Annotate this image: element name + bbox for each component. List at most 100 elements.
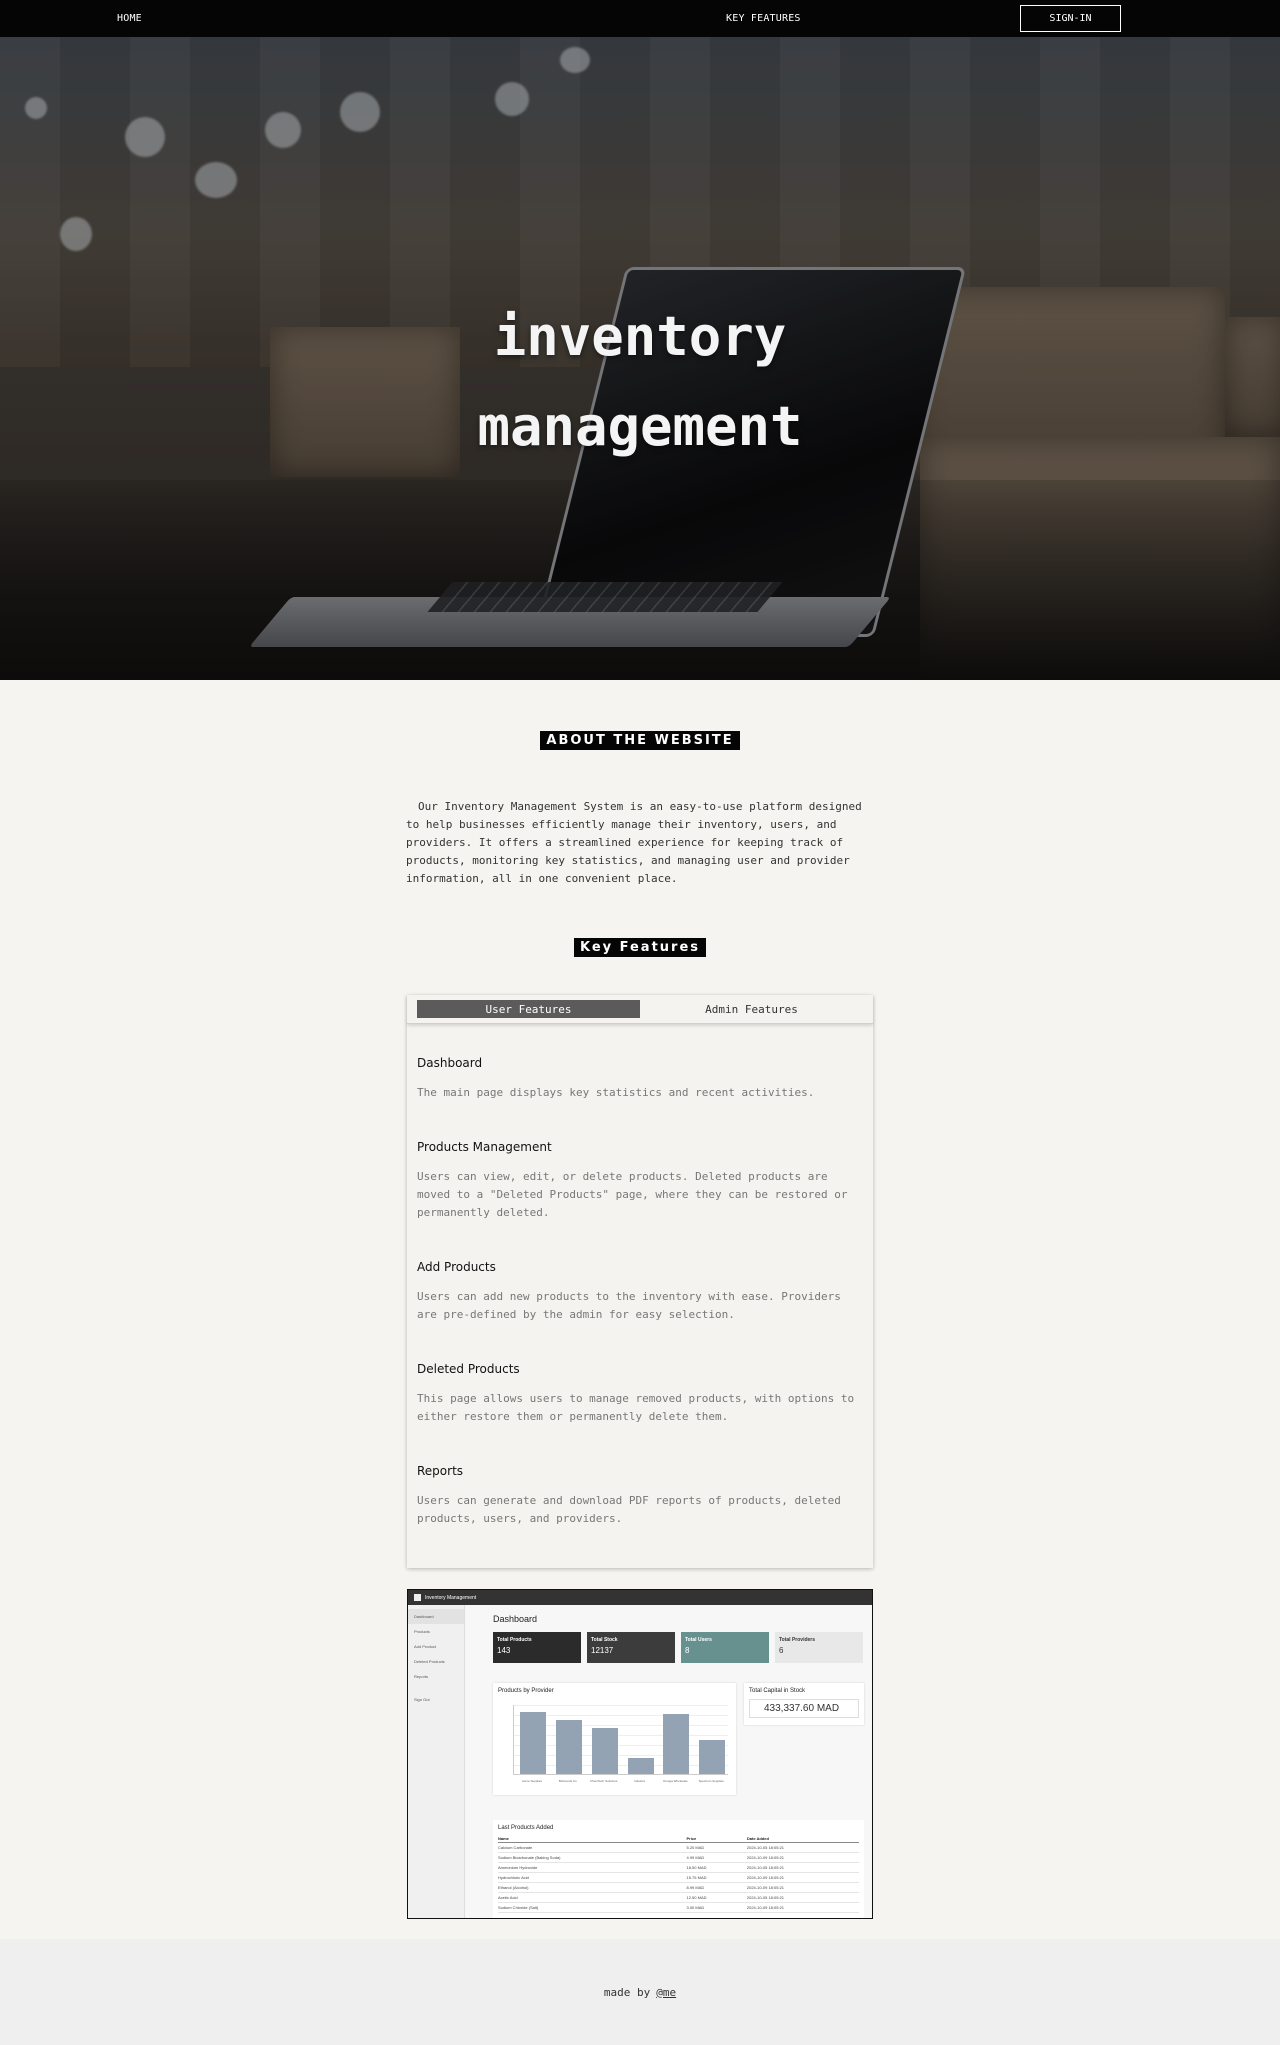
table-cell: Acetic Acid (498, 1892, 687, 1903)
table-cell: 15.75 MAD (686, 1872, 747, 1883)
table-cell: Sodium Bicarbonate (Baking Soda) (498, 1852, 687, 1863)
stat-value: 12137 (591, 1646, 614, 1655)
stat-label: Total Users (685, 1637, 712, 1643)
capital-label: Total Capital in Stock (749, 1688, 806, 1694)
tab-admin-features[interactable]: Admin Features (640, 1000, 863, 1018)
preview-chart-bar (627, 1758, 654, 1774)
table-cell: Calcium Carbonate (498, 1842, 687, 1853)
preview-chart-xlabel: Omega Wholesale (662, 1779, 688, 1783)
footer: made by @me (0, 1939, 1280, 2045)
table-row: Acetic Acid 12.50 MAD 2024-10-05 18:05:21 (498, 1892, 859, 1903)
preview-chart-bar (520, 1712, 546, 1774)
feature-item: Reports Users can generate and download … (417, 1464, 863, 1528)
dashboard-preview-image: Inventory Management Dashboard Products … (407, 1589, 873, 1919)
feature-title: Products Management (417, 1140, 552, 1154)
preview-stat-card: Total Providers 6 (775, 1632, 863, 1663)
key-features-section: Key Features User Features Admin Feature… (0, 936, 1280, 1919)
preview-chart-xlabel: Acme Supplies (521, 1779, 542, 1783)
preview-stats: Total Products 143 Total Stock 12137 Tot… (493, 1632, 864, 1663)
preview-logo-icon (414, 1594, 421, 1601)
preview-app-title: Inventory Management (425, 1594, 477, 1601)
feature-item: Dashboard The main page displays key sta… (417, 1056, 863, 1102)
table-cell: 2024-10-09 18:05:21 (746, 1902, 859, 1913)
table-cell: Hydrochloric Acid (498, 1872, 687, 1883)
sign-in-button[interactable]: SIGN-IN (1020, 5, 1121, 32)
recent-header: Price (686, 1835, 747, 1843)
table-cell: 18.50 MAD (686, 1862, 747, 1873)
table-cell: 2024-10-09 18:05:21 (746, 1872, 859, 1883)
table-cell: 4.99 MAD (686, 1852, 747, 1863)
table-row: Ammonium Hydroxide 18.50 MAD 2024-10-05 18… (498, 1862, 859, 1873)
footer-author-link[interactable]: @me (656, 1986, 676, 1999)
table-cell: 2024-10-05 18:05:21 (746, 1892, 859, 1903)
key-features-heading: Key Features (573, 938, 707, 957)
feature-title: Deleted Products (417, 1362, 520, 1376)
feature-description: Users can view, edit, or delete products… (417, 1170, 848, 1219)
preview-sidebar-item: Products (414, 1629, 430, 1634)
table-cell: 2024-10-09 18:05:21 (746, 1882, 859, 1893)
stat-label: Total Providers (779, 1637, 816, 1643)
preview-main: Dashboard Total Products 143 Total Stock… (493, 1605, 864, 1918)
features-card: User Features Admin Features Dashboard T… (407, 995, 873, 1568)
about-heading: ABOUT THE WEBSITE (540, 731, 740, 750)
preview-chart-bar (555, 1720, 582, 1774)
footer-text: made by (603, 1985, 651, 1999)
feature-description: Users can add new products to the invent… (417, 1290, 841, 1321)
preview-chart-xlabel: ChemTech Solutions (589, 1779, 618, 1783)
preview-sidebar-item: Reports (414, 1674, 429, 1679)
recent-header: Date Added (746, 1835, 859, 1843)
table-cell: 5.20 MAD (686, 1842, 747, 1853)
preview-chart-plot (513, 1705, 728, 1775)
feature-description: Users can generate and download PDF repo… (417, 1494, 841, 1525)
table-cell: 2024-10-05 18:05:21 (746, 1842, 859, 1853)
table-row: Calcium Carbonate 5.20 MAD 2024-10-05 18:0… (498, 1842, 859, 1853)
hero-banner: inventory management (0, 37, 1280, 680)
nav-home-link[interactable]: HOME (117, 13, 142, 24)
hero-title: inventory management (0, 292, 1280, 472)
table-cell: 2024-10-09 18:05:21 (746, 1852, 859, 1863)
stat-value: 8 (685, 1646, 690, 1655)
stat-label: Total Stock (591, 1637, 618, 1643)
stat-value: 143 (497, 1646, 511, 1655)
preview-sidebar-item: Sign Out (414, 1697, 430, 1702)
table-row: Sodium Chloride (Salt) 3.00 MAD 2024-10-09… (498, 1902, 859, 1913)
about-text: Our Inventory Management System is an ea… (406, 800, 862, 885)
feature-title: Dashboard (417, 1056, 483, 1070)
feature-title: Add Products (417, 1260, 496, 1274)
features-list: Dashboard The main page displays key sta… (407, 1024, 873, 1568)
preview-sidebar-item: Add Product (414, 1644, 437, 1649)
features-tabs: User Features Admin Features (407, 995, 873, 1024)
preview-stat-card: Total Users 8 (681, 1632, 769, 1663)
preview-chart-bar (591, 1728, 618, 1774)
table-row: Ethanol (Alcohol) 8.99 MAD 2024-10-09 18:0… (498, 1882, 859, 1893)
preview-topbar: Inventory Management (408, 1590, 872, 1605)
table-row: Sodium Bicarbonate (Baking Soda) 4.99 MAD… (498, 1852, 859, 1863)
table-cell: Ammonium Hydroxide (498, 1862, 687, 1873)
hero-title-line-2: management (477, 395, 803, 458)
table-cell: 8.99 MAD (686, 1882, 747, 1893)
tab-user-features[interactable]: User Features (417, 1000, 640, 1018)
nav-key-features-link[interactable]: KEY FEATURES (726, 13, 801, 24)
preview-chart: Products by Provider Acme Supplies BioGoo… (493, 1683, 736, 1795)
table-cell: Sodium Chloride (Salt) (498, 1902, 687, 1913)
recent-header: Name (498, 1835, 687, 1843)
table-cell: 2024-10-05 18:05:21 (746, 1862, 859, 1873)
preview-stat-card: Total Stock 12137 (587, 1632, 675, 1663)
table-cell: 12.50 MAD (686, 1892, 747, 1903)
page: HOME ABOUT KEY FEATURES SIGN-IN inventor… (0, 0, 1280, 2045)
top-nav: HOME ABOUT KEY FEATURES SIGN-IN (0, 0, 1280, 73)
table-cell: 3.00 MAD (686, 1902, 747, 1913)
preview-capital-card: Total Capital in Stock 433,337.60 MAD (744, 1683, 864, 1725)
table-row: Hydrochloric Acid 15.75 MAD 2024-10-09 18:… (498, 1872, 859, 1883)
preview-chart-bar (663, 1714, 690, 1774)
stat-value: 6 (779, 1646, 784, 1655)
table-cell: Ethanol (Alcohol) (498, 1882, 687, 1893)
feature-item: Deleted Products This page allows users … (417, 1362, 863, 1426)
preview-chart-xlabel: Industra (634, 1779, 645, 1783)
preview-stat-card: Total Products 143 (493, 1632, 581, 1663)
feature-description: This page allows users to manage removed… (417, 1392, 855, 1423)
feature-description: The main page displays key statistics an… (417, 1086, 815, 1099)
preview-sidebar: Dashboard Products Add Product Deleted P… (408, 1605, 465, 1918)
about-section: ABOUT THE WEBSITE Our Inventory Manageme… (0, 680, 1280, 888)
preview-chart-xlabel: BioGoods Co (558, 1779, 577, 1783)
